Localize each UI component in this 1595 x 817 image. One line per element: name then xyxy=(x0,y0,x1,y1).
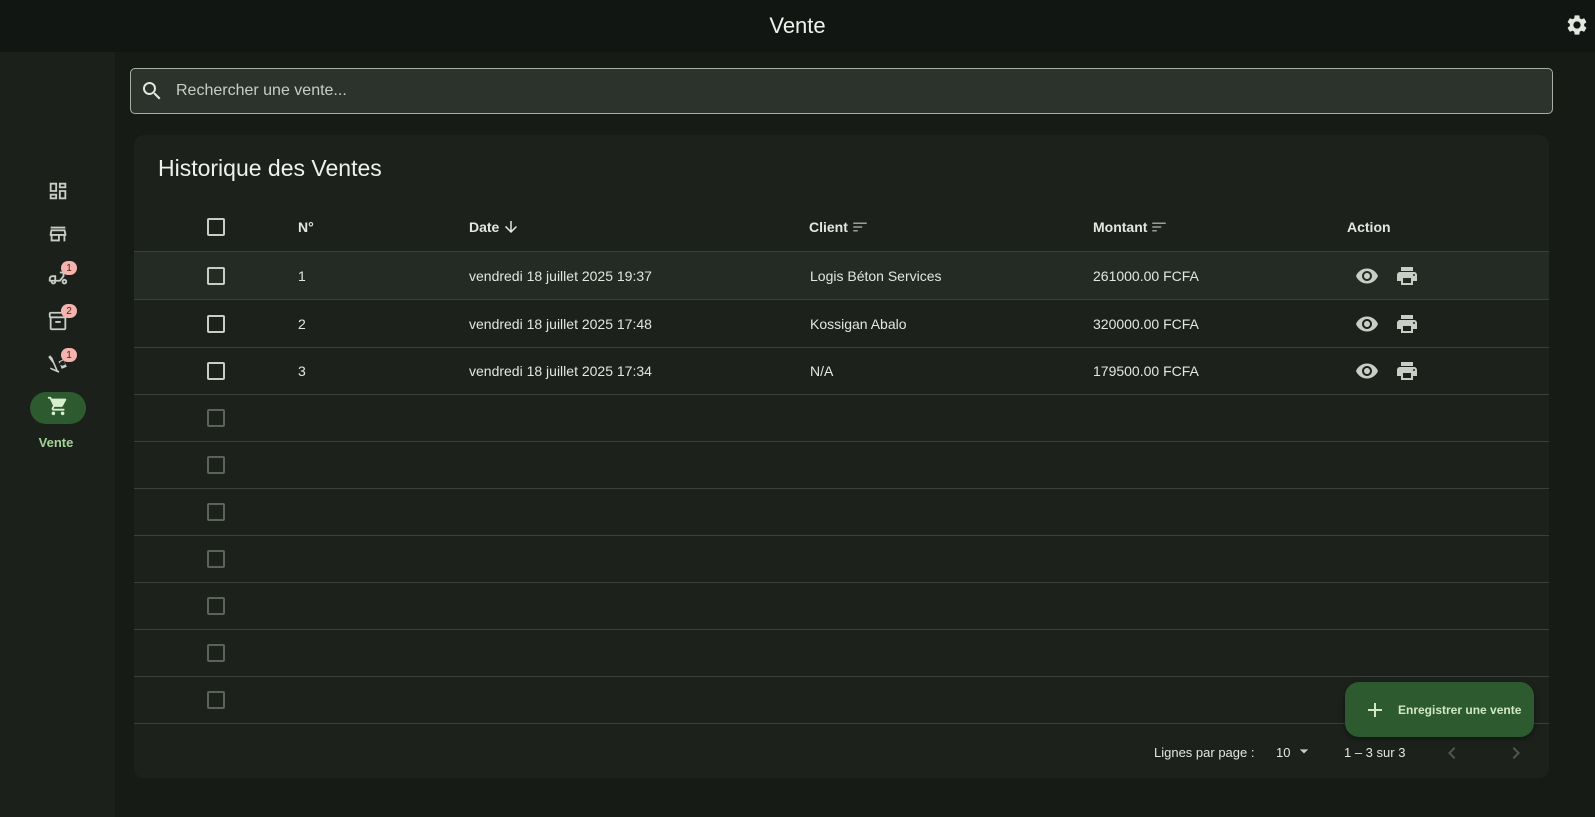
row-checkbox[interactable] xyxy=(207,314,225,333)
table-row[interactable]: 3 vendredi 18 juillet 2025 17:34 N/A 179… xyxy=(134,347,1549,395)
record-sale-fab[interactable]: Enregistrer une vente xyxy=(1345,682,1534,737)
print-icon[interactable] xyxy=(1395,359,1419,383)
next-page-icon[interactable] xyxy=(1504,735,1528,770)
nav-item-archive[interactable]: 2 xyxy=(0,304,115,337)
nav-item-dolly[interactable]: 1 xyxy=(0,348,115,381)
print-icon[interactable] xyxy=(1395,264,1419,288)
dashboard-icon xyxy=(47,180,69,207)
column-header-date-label: Date xyxy=(469,219,500,235)
previous-page-icon[interactable] xyxy=(1440,735,1464,770)
empty-table-row xyxy=(134,582,1549,630)
view-eye-icon[interactable] xyxy=(1355,359,1379,383)
navigation-rail: 1 2 1 Vente xyxy=(0,52,115,817)
view-eye-icon[interactable] xyxy=(1355,312,1379,336)
dropdown-arrow-icon xyxy=(1294,741,1314,764)
nav-item-dashboard[interactable] xyxy=(0,180,115,207)
nav-item-store[interactable] xyxy=(0,223,115,250)
sort-icon xyxy=(1150,218,1168,236)
cell-date: vendredi 18 juillet 2025 17:34 xyxy=(469,362,652,379)
archive-badge: 2 xyxy=(61,304,77,318)
cart-icon xyxy=(47,395,69,422)
table-header-row: N° Date Client Montant Action xyxy=(134,203,1549,252)
pagination-range: 1 – 3 sur 3 xyxy=(1344,745,1406,760)
cell-client: Logis Béton Services xyxy=(810,267,942,284)
fab-label: Enregistrer une vente xyxy=(1398,702,1522,717)
rows-per-page-label: Lignes par page : xyxy=(1154,745,1255,760)
search-bar xyxy=(130,68,1553,114)
card-title: Historique des Ventes xyxy=(158,155,382,181)
nav-label-vente: Vente xyxy=(38,435,74,450)
cell-amount: 261000.00 FCFA xyxy=(1093,267,1199,284)
column-header-amount[interactable]: Montant xyxy=(1093,203,1168,251)
active-indicator xyxy=(29,392,86,424)
cell-date: vendredi 18 juillet 2025 19:37 xyxy=(469,267,652,284)
cell-client: N/A xyxy=(810,362,834,379)
cell-amount: 179500.00 FCFA xyxy=(1093,362,1199,379)
rows-per-page-select[interactable]: 10 xyxy=(1276,735,1314,770)
store-icon xyxy=(47,223,69,250)
plus-icon xyxy=(1363,698,1387,722)
dolly-badge: 1 xyxy=(61,348,77,362)
row-checkbox-disabled xyxy=(207,643,225,662)
nav-item-delivery[interactable]: 1 xyxy=(0,261,115,294)
row-checkbox-disabled xyxy=(207,455,225,474)
top-app-bar: Vente xyxy=(0,0,1595,52)
sort-icon xyxy=(851,218,869,236)
cell-number: 3 xyxy=(298,362,306,379)
print-icon[interactable] xyxy=(1395,312,1419,336)
select-all-checkbox[interactable] xyxy=(207,218,225,236)
row-checkbox[interactable] xyxy=(207,361,225,380)
cell-date: vendredi 18 juillet 2025 17:48 xyxy=(469,315,652,332)
row-checkbox-disabled xyxy=(207,596,225,615)
empty-table-row xyxy=(134,676,1549,724)
delivery-badge: 1 xyxy=(61,261,77,275)
cell-client: Kossigan Abalo xyxy=(810,315,907,332)
nav-item-vente[interactable] xyxy=(0,392,115,424)
column-header-client-label: Client xyxy=(809,219,848,235)
arrow-down-icon xyxy=(502,218,520,236)
column-header-amount-label: Montant xyxy=(1093,219,1148,235)
rows-per-page-value: 10 xyxy=(1276,745,1291,760)
empty-table-row xyxy=(134,629,1549,677)
row-checkbox-disabled xyxy=(207,408,225,427)
cell-number: 1 xyxy=(298,267,306,284)
column-header-date[interactable]: Date xyxy=(469,203,520,251)
empty-table-row xyxy=(134,441,1549,489)
row-checkbox[interactable] xyxy=(207,266,225,285)
row-checkbox-disabled xyxy=(207,502,225,521)
table-row[interactable]: 1 vendredi 18 juillet 2025 19:37 Logis B… xyxy=(134,252,1549,300)
view-eye-icon[interactable] xyxy=(1355,264,1379,288)
page-title: Vente xyxy=(769,13,826,38)
search-input[interactable] xyxy=(174,81,1518,101)
pagination: Lignes par page : 10 1 – 3 sur 3 xyxy=(134,735,1549,770)
settings-gear-icon[interactable] xyxy=(1565,13,1589,37)
empty-table-row xyxy=(134,535,1549,583)
column-header-client[interactable]: Client xyxy=(809,203,869,251)
empty-table-row xyxy=(134,488,1549,536)
table-row[interactable]: 2 vendredi 18 juillet 2025 17:48 Kossiga… xyxy=(134,300,1549,348)
sales-history-card: Historique des Ventes N° Date Client Mon… xyxy=(134,135,1549,778)
search-icon xyxy=(140,79,164,103)
row-checkbox-disabled xyxy=(207,690,225,709)
empty-table-row xyxy=(134,394,1549,442)
column-header-action: Action xyxy=(1347,219,1391,235)
row-checkbox-disabled xyxy=(207,549,225,568)
cell-amount: 320000.00 FCFA xyxy=(1093,315,1199,332)
cell-number: 2 xyxy=(298,315,306,332)
column-header-number: N° xyxy=(298,219,314,235)
